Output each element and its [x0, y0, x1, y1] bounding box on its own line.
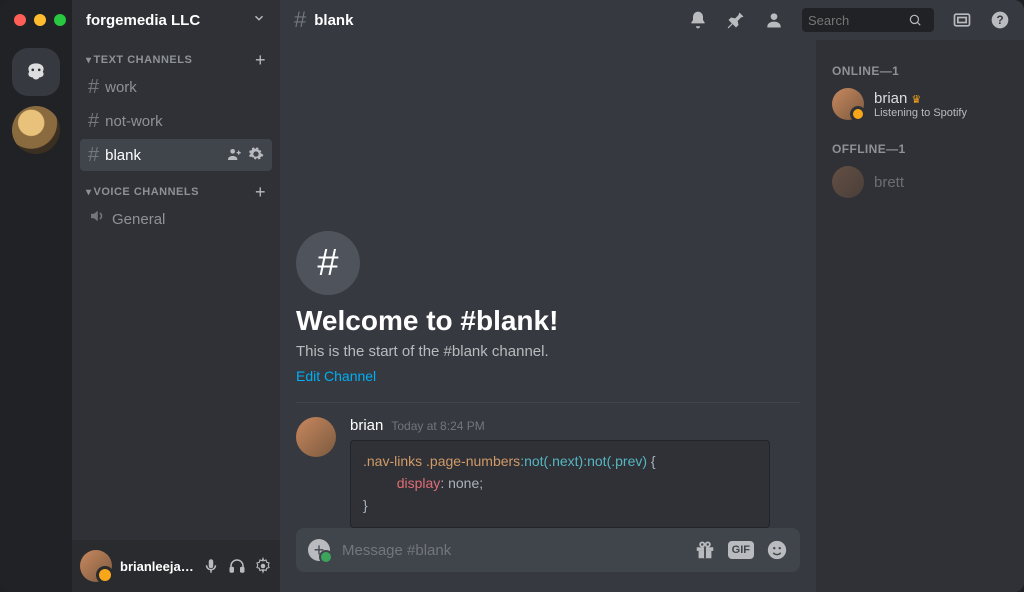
bell-icon[interactable]	[688, 10, 708, 30]
category-label: TEXT CHANNELS	[94, 54, 193, 66]
hash-icon: #	[88, 110, 99, 133]
emoji-icon[interactable]	[766, 539, 788, 561]
channel-sidebar: ▾ TEXT CHANNELS + # work # not-work # blan…	[72, 40, 280, 592]
close-window[interactable]	[14, 14, 26, 26]
home-button[interactable]	[12, 48, 60, 96]
message-list: # Welcome to #blank! This is the start o…	[280, 40, 816, 528]
help-icon[interactable]: ?	[990, 10, 1010, 30]
code-block: .nav-links .page-numbers:not(.next):not(…	[350, 440, 770, 528]
chat-column: # Welcome to #blank! This is the start o…	[280, 40, 816, 592]
inbox-icon[interactable]	[952, 10, 972, 30]
avatar[interactable]	[80, 550, 112, 582]
pin-icon[interactable]	[726, 10, 746, 30]
welcome-subtitle: This is the start of the #blank channel.	[296, 343, 800, 360]
member-name: brian	[874, 90, 907, 107]
gear-icon[interactable]	[254, 557, 272, 575]
message-input[interactable]	[342, 542, 682, 559]
gift-icon[interactable]	[694, 539, 716, 561]
member-status: Listening to Spotify	[874, 107, 967, 119]
divider	[296, 402, 800, 403]
chevron-down-icon: ▾	[86, 55, 92, 66]
member-brian[interactable]: brian ♛ Listening to Spotify	[826, 84, 1014, 124]
minimize-window[interactable]	[34, 14, 46, 26]
user-panel: brianleejack...	[72, 540, 280, 592]
member-name: brett	[874, 174, 904, 191]
speaker-icon	[88, 207, 106, 231]
avatar	[832, 88, 864, 120]
channel-blank[interactable]: # blank	[80, 139, 272, 171]
members-icon[interactable]	[764, 10, 784, 30]
chevron-down-icon: ▾	[86, 187, 92, 198]
voice-channel-general[interactable]: General	[80, 203, 272, 235]
guild-rail	[0, 40, 72, 592]
crown-icon: ♛	[911, 94, 921, 106]
title-bar: forgemedia LLC # blank ?	[0, 0, 1024, 40]
chevron-down-icon	[252, 11, 266, 29]
category-voice[interactable]: ▾ VOICE CHANNELS +	[72, 172, 280, 202]
body: ▾ TEXT CHANNELS + # work # not-work # blan…	[0, 40, 1024, 592]
channel-not-work[interactable]: # not-work	[80, 105, 272, 137]
members-offline-heading: OFFLINE—1	[832, 142, 1008, 156]
welcome-title: Welcome to #blank!	[296, 305, 800, 337]
invite-icon[interactable]	[226, 146, 242, 165]
members-online-heading: ONLINE—1	[832, 64, 1008, 78]
username: brianleejack...	[120, 559, 194, 574]
channel-title: blank	[314, 12, 353, 29]
channel-work[interactable]: # work	[80, 71, 272, 103]
edit-channel-link[interactable]: Edit Channel	[296, 368, 800, 384]
hash-badge: #	[296, 231, 360, 295]
avatar[interactable]	[296, 417, 336, 457]
composer: + GIF	[280, 528, 816, 592]
hash-icon: #	[88, 144, 99, 167]
attach-button[interactable]: +	[308, 539, 330, 561]
category-label: VOICE CHANNELS	[94, 186, 199, 198]
mic-icon[interactable]	[202, 557, 220, 575]
server-name: forgemedia LLC	[86, 12, 200, 29]
member-brett[interactable]: brett	[826, 162, 1014, 202]
composer-inner: + GIF	[296, 528, 800, 572]
category-text[interactable]: ▾ TEXT CHANNELS +	[72, 40, 280, 70]
headphones-icon[interactable]	[228, 557, 246, 575]
hash-icon: #	[294, 7, 306, 33]
message-timestamp: Today at 8:24 PM	[391, 419, 484, 433]
gif-button[interactable]: GIF	[728, 541, 754, 559]
search-box[interactable]	[802, 8, 934, 32]
channel-label: General	[112, 211, 165, 228]
channel-label: work	[105, 79, 137, 96]
maximize-window[interactable]	[54, 14, 66, 26]
message-author[interactable]: brian	[350, 417, 383, 434]
channel-label: not-work	[105, 113, 163, 130]
add-channel-icon[interactable]: +	[255, 55, 266, 65]
message: brian Today at 8:24 PM .nav-links .page-…	[296, 417, 800, 528]
gear-icon[interactable]	[248, 146, 264, 165]
guild-forgemedia[interactable]	[12, 106, 60, 154]
search-icon	[908, 13, 922, 27]
search-input[interactable]	[808, 13, 908, 28]
add-channel-icon[interactable]: +	[255, 187, 266, 197]
svg-text:?: ?	[996, 14, 1003, 27]
channel-header: # blank ?	[280, 0, 1024, 40]
member-list: ONLINE—1 brian ♛ Listening to Spotify OFF…	[816, 40, 1024, 592]
window-controls	[0, 0, 72, 40]
hash-icon: #	[88, 76, 99, 99]
server-header[interactable]: forgemedia LLC	[72, 0, 280, 40]
main-area: # Welcome to #blank! This is the start o…	[280, 40, 1024, 592]
channel-label: blank	[105, 147, 141, 164]
app-window: forgemedia LLC # blank ?	[0, 0, 1024, 592]
avatar	[832, 166, 864, 198]
